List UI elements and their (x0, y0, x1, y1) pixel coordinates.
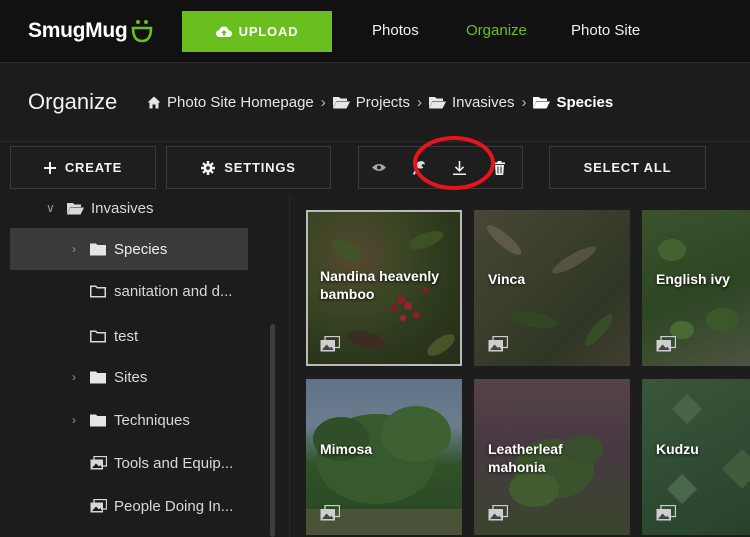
folder-open-icon (67, 202, 84, 214)
breadcrumb-item-species: Species (533, 94, 613, 111)
breadcrumb: Photo Site Homepage › Projects › Invasiv… (147, 94, 613, 111)
sidebar-scrollbar[interactable] (270, 324, 275, 537)
smugmug-logo[interactable]: SmugMug (28, 17, 153, 45)
folder-open-icon (428, 97, 446, 109)
breadcrumb-item-home[interactable]: Photo Site Homepage (147, 94, 314, 111)
upload-label: UPLOAD (238, 24, 299, 39)
gallery-icon (488, 336, 508, 352)
gallery-icon (90, 499, 107, 513)
tree-item-species[interactable]: › Species (10, 228, 248, 270)
photo-actions-group (358, 146, 523, 189)
gear-icon (201, 160, 216, 175)
gallery-icon (90, 456, 107, 470)
gallery-tile-nandina[interactable]: Nandina heavenly bamboo (306, 210, 462, 366)
tile-label: Vinca (488, 271, 526, 287)
breadcrumb-item-invasives[interactable]: Invasives (428, 94, 514, 111)
edit-button[interactable] (399, 147, 439, 188)
settings-button[interactable]: SETTINGS (166, 146, 331, 189)
header-bar: Organize Photo Site Homepage › Projects … (0, 64, 750, 142)
chevron-right-icon[interactable]: › (72, 370, 76, 384)
page-title: Organize (28, 89, 118, 114)
folder-icon (90, 371, 106, 383)
tree-item-test[interactable]: test (10, 315, 248, 357)
breadcrumb-separator-icon: › (416, 94, 422, 111)
home-icon (147, 96, 161, 109)
tree-item-people-doing-invasives[interactable]: People Doing In... (10, 485, 248, 527)
tile-label: English ivy (656, 271, 730, 287)
folder-icon (90, 243, 106, 255)
chevron-right-icon[interactable]: › (72, 242, 76, 256)
trash-icon (493, 160, 505, 175)
folder-open-icon (533, 97, 551, 109)
logo-text: SmugMug (28, 19, 128, 42)
cloud-upload-icon (215, 26, 232, 37)
chevron-right-icon[interactable]: › (72, 413, 76, 427)
folder-outline-icon (90, 330, 106, 342)
chevron-down-icon[interactable]: ∨ (46, 201, 55, 215)
gallery-tile-english-ivy[interactable]: English ivy (642, 210, 750, 366)
folder-open-icon (332, 97, 350, 109)
tree-item-sites[interactable]: › Sites (10, 356, 248, 398)
select-all-button[interactable]: SELECT ALL (549, 146, 706, 189)
delete-button[interactable] (479, 147, 519, 188)
folder-outline-icon (90, 285, 106, 297)
top-navigation-bar: SmugMug UPLOAD Photos Organize Photo Sit… (0, 0, 750, 63)
eye-icon (372, 164, 386, 171)
nav-link-photos[interactable]: Photos (372, 22, 419, 39)
tile-label: Leatherleaf mahonia (488, 441, 563, 475)
tree-item-sanitation[interactable]: sanitation and d... (10, 270, 248, 312)
wrench-icon (412, 160, 425, 175)
toolbar: CREATE SETTINGS SELECT ALL (0, 142, 750, 194)
smile-logo-icon (132, 20, 153, 43)
gallery-grid: Nandina heavenly bamboo Vinca English iv… (291, 194, 750, 537)
folder-icon (90, 414, 106, 426)
tile-label: Nandina heavenly bamboo (320, 268, 440, 302)
tile-label: Mimosa (320, 441, 373, 457)
gallery-tile-leatherleaf-mahonia[interactable]: Leatherleaf mahonia (474, 379, 630, 535)
gallery-icon (488, 505, 508, 521)
nav-link-photo-site[interactable]: Photo Site (571, 22, 640, 39)
download-icon (452, 160, 466, 175)
gallery-tile-vinca[interactable]: Vinca (474, 210, 630, 366)
plus-icon (43, 161, 56, 174)
gallery-icon (656, 336, 676, 352)
breadcrumb-separator-icon: › (320, 94, 326, 111)
tree-item-tools-and-equipment[interactable]: Tools and Equip... (10, 442, 248, 484)
tree-item-invasives[interactable]: ∨ Invasives (10, 194, 248, 229)
download-button[interactable] (439, 147, 479, 188)
breadcrumb-separator-icon: › (521, 94, 527, 111)
gallery-icon (320, 505, 340, 521)
gallery-icon (656, 505, 676, 521)
create-button[interactable]: CREATE (10, 146, 156, 189)
gallery-tile-mimosa[interactable]: Mimosa (306, 379, 462, 535)
gallery-tile-kudzu[interactable]: Kudzu (642, 379, 750, 535)
breadcrumb-item-projects[interactable]: Projects (332, 94, 410, 111)
tree-item-techniques[interactable]: › Techniques (10, 399, 248, 441)
upload-button[interactable]: UPLOAD (182, 11, 332, 52)
gallery-icon (320, 336, 340, 352)
visibility-button[interactable] (359, 147, 399, 188)
tile-label: Kudzu (656, 441, 699, 457)
nav-link-organize[interactable]: Organize (466, 22, 527, 39)
folder-tree-sidebar: ∨ Invasives › Species sanitation and d..… (0, 194, 290, 537)
